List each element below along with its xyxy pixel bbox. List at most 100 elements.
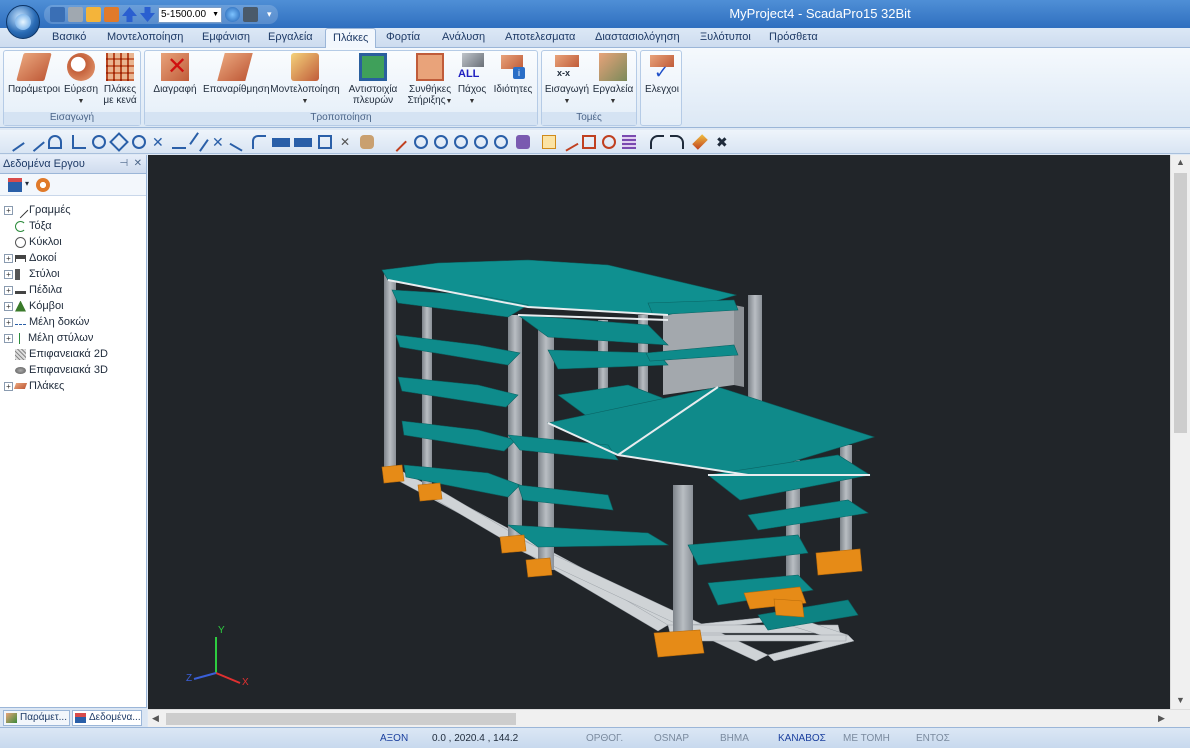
scroll-thumb[interactable] (1174, 173, 1187, 433)
tab-tools[interactable]: Εργαλεία (268, 31, 313, 43)
status-inside-toggle[interactable]: ΕΝΤΟΣ (916, 733, 950, 744)
tab-project-data[interactable]: Δεδομένα... (72, 710, 142, 726)
cross-tool-icon[interactable]: ✕ (212, 135, 226, 149)
tree-item-beam-members[interactable]: + Μέλη δοκών (4, 314, 108, 330)
grid-view-icon[interactable] (622, 135, 636, 149)
tab-parameters[interactable]: Παράμετ... (3, 710, 70, 726)
horizontal-scrollbar[interactable]: ◀ ▶ (148, 709, 1190, 727)
expand-icon[interactable]: + (4, 253, 13, 263)
tree-item-column-members[interactable]: + Μέλη στύλων (4, 330, 108, 346)
zoom-previous-icon[interactable] (454, 135, 468, 149)
building-icon[interactable] (68, 7, 83, 22)
expand-icon[interactable]: + (4, 381, 13, 391)
status-osnap-toggle[interactable]: OSNAP (654, 733, 689, 744)
tree-item-nodes[interactable]: + Κόμβοι (4, 298, 108, 314)
tab-addons[interactable]: Πρόσθετα (769, 31, 818, 43)
expand-icon[interactable]: + (4, 317, 13, 327)
expand-icon[interactable]: + (4, 285, 13, 295)
fillet-tool-icon[interactable] (252, 135, 266, 149)
polyline-select-icon[interactable] (559, 132, 579, 152)
break-tool-icon[interactable] (229, 132, 249, 152)
renumber-button[interactable]: Επαναρίθμηση (203, 53, 270, 95)
level-up-icon[interactable] (122, 7, 137, 22)
edge-match-button[interactable]: Αντιστοιχία πλευρών (343, 53, 403, 106)
expand-icon[interactable]: + (4, 269, 13, 279)
qat-dropdown-icon[interactable]: ▾ (267, 9, 272, 20)
vertical-scrollbar[interactable]: ▲ ▼ (1170, 155, 1190, 709)
pin-icon[interactable]: ⊣ (119, 158, 128, 169)
expand-icon[interactable]: + (4, 301, 13, 311)
slabs-with-openings-button[interactable]: Πλάκες με κενά (100, 53, 140, 106)
section-insert-button[interactable]: x-x Εισαγωγή ▼ (544, 53, 590, 107)
tab-analysis[interactable]: Ανάλυση (442, 31, 485, 43)
tab-view[interactable]: Εμφάνιση (202, 31, 250, 43)
tab-results[interactable]: Αποτελεσματα (505, 31, 575, 43)
scroll-down-icon[interactable]: ▼ (1176, 695, 1185, 705)
find-button[interactable]: Εύρεση ▼ (64, 53, 98, 107)
zoom-in-icon[interactable] (474, 135, 488, 149)
status-ortho-toggle[interactable]: ΟΡΘΟΓ. (586, 733, 623, 744)
scroll-thumb[interactable] (166, 713, 516, 725)
expand-icon[interactable]: + (4, 333, 13, 343)
zoom-out-icon[interactable] (494, 135, 508, 149)
measure-icon[interactable] (387, 132, 407, 152)
tab-loads[interactable]: Φορτία (386, 31, 420, 43)
support-conditions-button[interactable]: Συνθήκες Στήριξης▼ (405, 53, 455, 107)
view-eye-icon[interactable] (86, 7, 101, 22)
tree-item-beams[interactable]: + Δοκοί (4, 250, 108, 266)
tree-item-slabs[interactable]: + Πλάκες (4, 378, 108, 394)
3d-viewport[interactable]: Y X Z (148, 155, 1170, 709)
undo-icon[interactable] (650, 135, 664, 149)
tree-item-arcs[interactable]: Τόξα (4, 218, 108, 234)
status-grid-toggle[interactable]: ΚΑΝΑΒΟΣ (778, 733, 826, 744)
shape-icon[interactable] (602, 135, 616, 149)
tab-modeling[interactable]: Μοντελοποίηση (107, 31, 183, 43)
delete-button[interactable]: ✕ Διαγραφή (147, 53, 203, 95)
checks-button[interactable]: ✓ Ελεγχοι (643, 53, 681, 95)
status-section-toggle[interactable]: ΜΕ ΤΟΜΗ (843, 733, 890, 744)
polyline-tool-icon[interactable] (25, 132, 45, 152)
zoom-extents-icon[interactable] (516, 135, 530, 149)
parameters-button[interactable]: Παράμετροι (6, 53, 62, 95)
close-tool-icon[interactable]: ✖ (716, 135, 730, 149)
status-step-toggle[interactable]: ΒΗΜΑ (720, 733, 749, 744)
tangent-tool-icon[interactable] (132, 135, 146, 149)
extend-tool-icon[interactable] (172, 135, 186, 149)
level-down-icon[interactable] (140, 7, 155, 22)
properties-button[interactable]: i Ιδιότητες (489, 53, 537, 95)
application-menu-button[interactable] (6, 5, 40, 39)
arc-tool-icon[interactable] (48, 135, 62, 149)
zoom-window-icon[interactable] (414, 135, 428, 149)
zoom-all-icon[interactable] (434, 135, 448, 149)
abs-icon[interactable] (272, 138, 290, 147)
chevron-down-icon[interactable]: ▾ (25, 179, 29, 188)
camera-icon[interactable] (243, 7, 258, 22)
intersect-tool-icon[interactable]: ✕ (152, 135, 166, 149)
pan-hand-icon[interactable] (360, 135, 374, 149)
check-box-icon[interactable] (582, 135, 596, 149)
brush-icon[interactable] (692, 134, 708, 150)
save-icon[interactable] (50, 7, 65, 22)
circle-center-tool-icon[interactable] (92, 135, 106, 149)
tree-item-lines[interactable]: + Γραμμές (4, 202, 108, 218)
tab-formwork[interactable]: Ξυλότυποι (700, 31, 751, 43)
tab-design[interactable]: Διαστασιολόγηση (595, 31, 680, 43)
thickness-button[interactable]: ALL Πάχος ▼ (455, 53, 489, 107)
refresh-icon[interactable] (36, 178, 50, 192)
parallel-tool-icon[interactable] (189, 132, 209, 152)
scroll-right-icon[interactable]: ▶ (1158, 713, 1165, 724)
tab-slabs[interactable]: Πλάκες (325, 28, 377, 49)
selection-active-icon[interactable] (542, 135, 556, 149)
tree-item-surfaces-3d[interactable]: Επιφανειακά 3D (4, 362, 108, 378)
scroll-left-icon[interactable]: ◀ (152, 713, 159, 724)
scroll-up-icon[interactable]: ▲ (1176, 157, 1185, 167)
redo-icon[interactable] (670, 135, 684, 149)
perpendicular-tool-icon[interactable] (72, 135, 86, 149)
tree-item-surfaces-2d[interactable]: Επιφανειακά 2D (4, 346, 108, 362)
rel-icon[interactable] (294, 138, 312, 147)
tree-view-icon[interactable] (8, 178, 22, 192)
node-cross-icon[interactable]: ✕ (340, 135, 354, 149)
tree-item-footings[interactable]: + Πέδιλα (4, 282, 108, 298)
tree-item-columns[interactable]: + Στύλοι (4, 266, 108, 282)
model-slab-button[interactable]: Μοντελοποίηση ▼ (269, 53, 341, 107)
